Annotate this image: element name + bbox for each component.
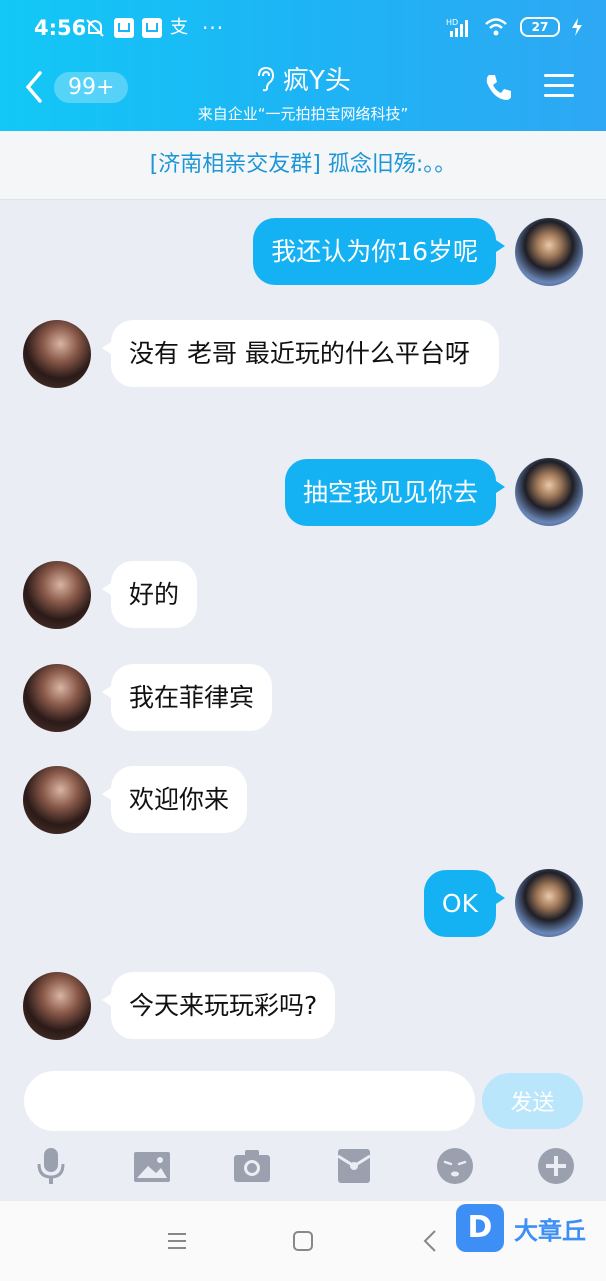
phone-icon [486,75,511,100]
hd-label: HD [446,18,458,27]
contact-avatar[interactable] [23,561,91,629]
group-notice-banner[interactable]: [济南相亲交友群] 孤念旧殇:。。 [0,131,606,200]
red-packet-icon[interactable] [334,1146,374,1186]
message-bubble[interactable]: 今天来玩玩彩吗? [101,972,336,1039]
menu-icon-bar [544,74,574,77]
contact-avatar[interactable] [23,766,91,834]
message-bubble[interactable]: 我还认为你16岁呢 [253,218,505,285]
status-bar: 4:56 支 ··· HD 27 [0,0,606,58]
menu-icon-bar [544,94,574,97]
emoji-icon[interactable] [435,1146,475,1186]
mute-bell-icon [86,19,104,37]
message-bubble[interactable]: 我在菲律宾 [101,664,273,731]
chat-header: 99+ 疯Y头 来自企业“一元拍拍宝网络科技” [0,58,606,131]
composer: 发送 [0,1066,606,1138]
chat-subtitle: 来自企业“一元拍拍宝网络科技” [197,105,409,123]
watermark: D 大章丘 [456,1204,586,1252]
message-row-outgoing: OK [0,868,606,938]
message-row-outgoing: 我还认为你16岁呢 [0,216,606,286]
signal-icon: HD [446,18,468,37]
menu-icon-bar [544,84,574,87]
message-row-outgoing: 抽空我见见你去 [0,457,606,527]
charging-icon [572,18,582,36]
message-row-incoming: 今天来玩玩彩吗? [0,972,606,1042]
home-icon[interactable] [292,1230,314,1252]
microphone-icon[interactable] [31,1146,71,1186]
status-time: 4:56 [34,16,87,40]
message-row-incoming: 欢迎你来 [0,766,606,836]
app-notification-icon [114,18,134,38]
my-avatar[interactable] [515,458,583,526]
status-right-icons: HD 27 [446,17,582,37]
message-bubble[interactable]: 没有 老哥 最近玩的什么平台呀 [102,320,499,387]
wifi-icon [485,18,507,36]
message-input[interactable] [24,1071,475,1131]
message-row-incoming: 我在菲律宾 [0,664,606,734]
message-row-incoming: 好的 [0,561,606,631]
message-bubble[interactable]: 好的 [101,561,198,628]
more-notifications-icon: ··· [202,16,225,40]
camera-icon[interactable] [232,1146,272,1186]
my-avatar[interactable] [515,869,583,937]
contact-avatar[interactable] [23,320,91,388]
my-avatar[interactable] [515,218,583,286]
composer-toolbar [0,1140,606,1198]
message-bubble[interactable]: 欢迎你来 [101,766,248,833]
battery-indicator: 27 [520,17,560,37]
menu-button[interactable] [544,74,574,98]
contact-avatar[interactable] [23,972,91,1040]
alipay-icon: 支 [170,17,188,38]
contact-avatar[interactable] [23,664,91,732]
message-bubble[interactable]: 抽空我见见你去 [284,459,506,526]
back-nav-icon[interactable] [422,1229,438,1253]
ear-icon [258,66,275,91]
send-button[interactable]: 发送 [482,1073,583,1129]
watermark-logo: D [456,1204,504,1252]
top-bar: 4:56 支 ··· HD 27 99+ 疯Y头 来自企业“一元拍拍宝网络科技” [0,0,606,131]
chat-title-area[interactable]: 疯Y头 来自企业“一元拍拍宝网络科技” [0,60,606,124]
chat-title: 疯Y头 [283,66,351,96]
status-notification-icons: 支 ··· [84,16,224,40]
message-bubble[interactable]: OK [423,870,506,937]
recent-apps-icon[interactable] [166,1231,188,1251]
message-row-incoming: 没有 老哥 最近玩的什么平台呀 [0,320,606,426]
plus-icon[interactable] [536,1146,576,1186]
watermark-text: 大章丘 [514,1216,586,1245]
app-notification-icon [142,18,162,38]
call-button[interactable] [484,72,514,106]
image-icon[interactable] [132,1146,172,1186]
